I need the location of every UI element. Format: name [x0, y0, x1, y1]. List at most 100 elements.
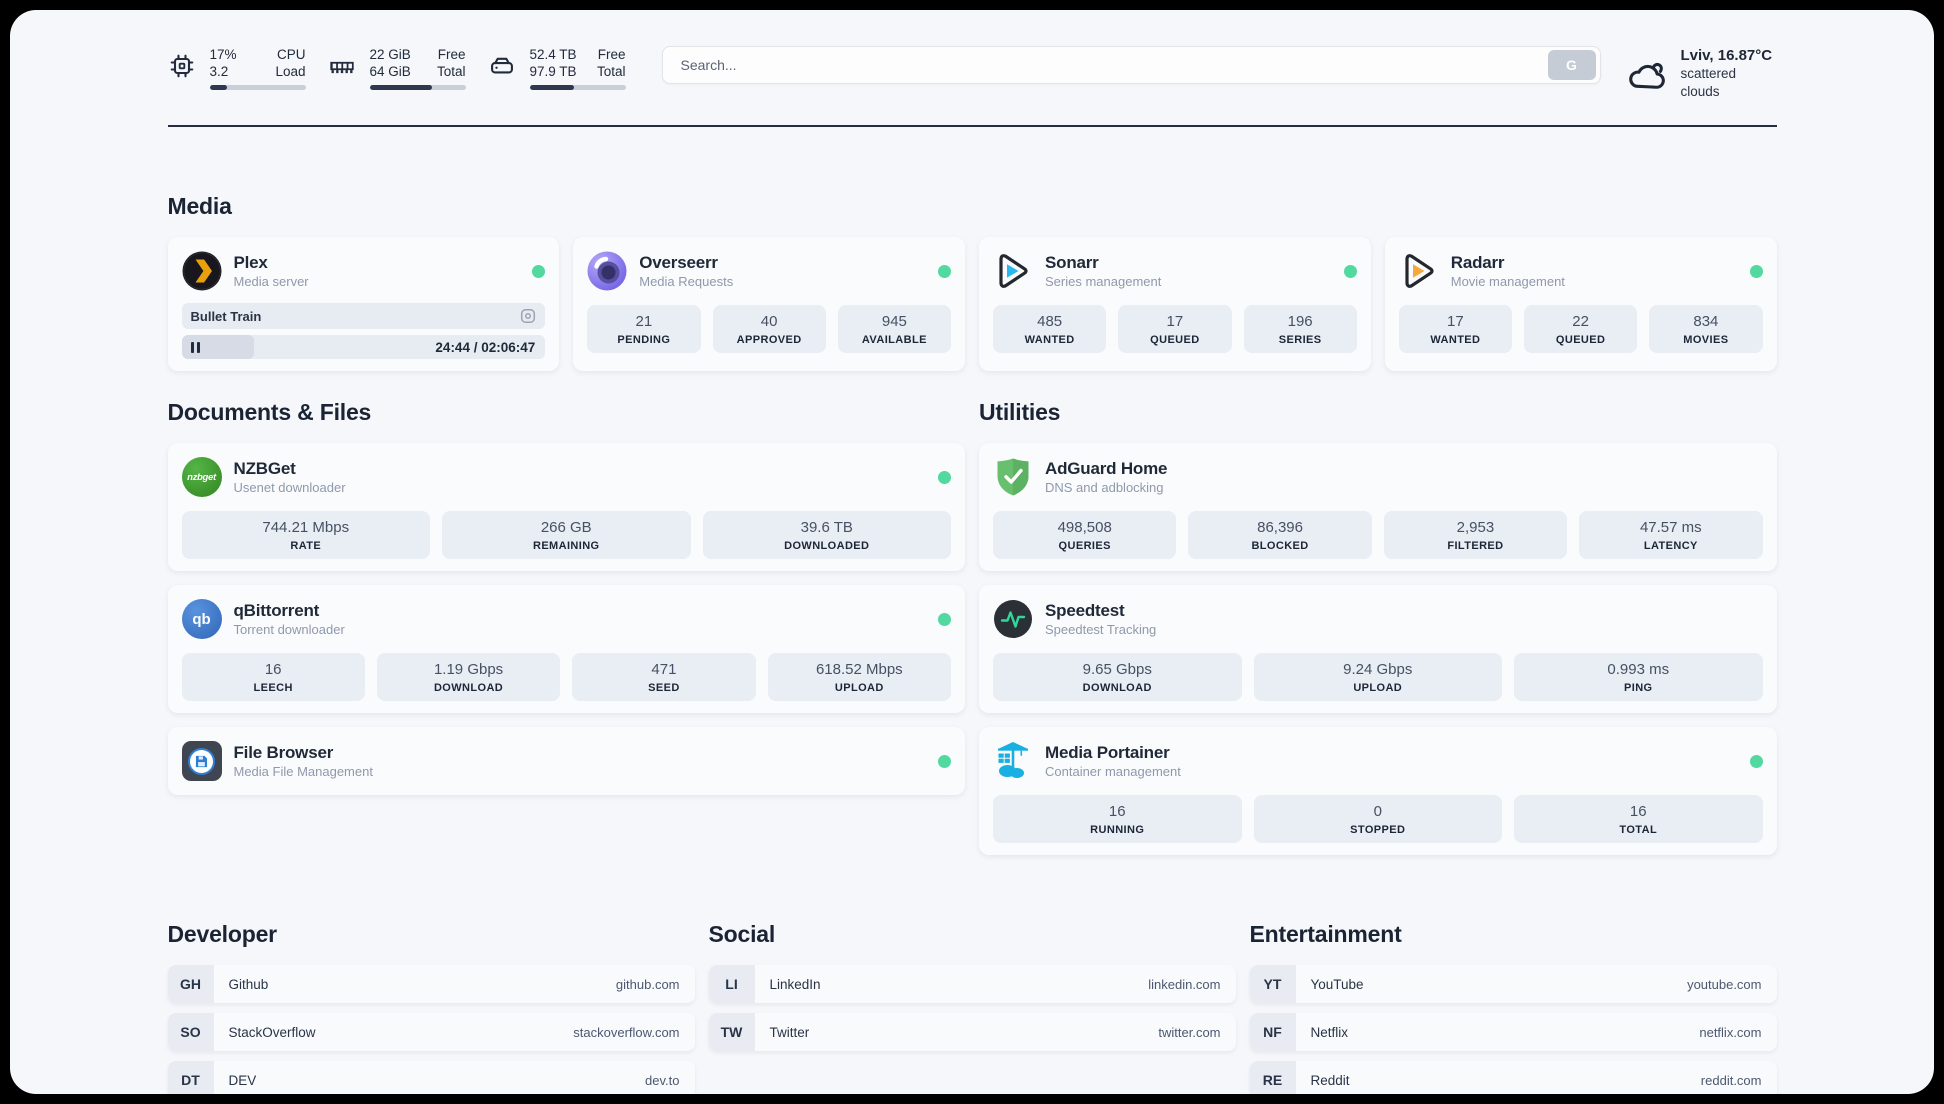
- status-dot-online: [938, 470, 951, 484]
- bookmark-abbr: DT: [167, 1061, 214, 1094]
- cpu-label-1: CPU: [276, 47, 306, 62]
- weather-condition: scattered clouds: [1680, 66, 1737, 99]
- service-name: Overseerr: [639, 253, 718, 272]
- stat-value: 471: [651, 661, 677, 678]
- service-description: Movie management: [1450, 274, 1565, 289]
- section-title-developer: Developer: [167, 921, 278, 947]
- stat-value: 86,396: [1257, 519, 1303, 536]
- bookmark-abbr: SO: [167, 1013, 214, 1051]
- stat-label: QUEUED: [1555, 334, 1606, 346]
- cpu-chip-icon: [170, 54, 193, 78]
- cloud-icon: [1628, 62, 1665, 89]
- memory-label-2: Total: [436, 64, 466, 79]
- stat-box: 9.24 Gbps UPLOAD: [1253, 653, 1502, 701]
- stat-label: BLOCKED: [1251, 540, 1309, 552]
- stat-box: 266 GB REMAINING: [442, 511, 691, 559]
- memory-monitor: 22 GiB Free 64 GiB Total: [328, 46, 466, 90]
- memory-progress-fill: [369, 85, 432, 90]
- service-card-overseerr[interactable]: Overseerr Media Requests 21 PENDING 40 A…: [573, 237, 965, 371]
- stat-box: 16 LEECH: [181, 653, 365, 701]
- service-card-portainer[interactable]: Media Portainer Container management 16 …: [979, 727, 1777, 855]
- stat-label: LATENCY: [1643, 540, 1698, 552]
- service-card-sonarr[interactable]: Sonarr Series management 485 WANTED 17 Q…: [979, 237, 1371, 371]
- service-card-qbittorrent[interactable]: qb qBittorrent Torrent downloader 16 LEE…: [167, 585, 965, 713]
- bookmark-reddit[interactable]: RE Reddit reddit.com: [1249, 1061, 1777, 1094]
- bookmark-github[interactable]: GH Github github.com: [167, 965, 695, 1003]
- stat-box: 0 STOPPED: [1253, 795, 1502, 843]
- stat-label: SERIES: [1278, 334, 1322, 346]
- stat-label: UPLOAD: [1353, 682, 1403, 694]
- bookmark-abbr: YT: [1249, 965, 1296, 1003]
- stat-box: 744.21 Mbps RATE: [181, 511, 430, 559]
- service-description: Usenet downloader: [233, 480, 346, 495]
- stat-box: 471 SEED: [572, 653, 756, 701]
- stat-value: 16: [1629, 803, 1647, 820]
- service-description: Torrent downloader: [233, 622, 345, 637]
- playback-progress: 24:44 / 02:06:47: [181, 335, 546, 359]
- section-title-media: Media: [167, 193, 232, 219]
- pause-icon: [190, 341, 194, 353]
- service-card-plex[interactable]: Plex Media server Bullet Train 24:44 / 0…: [167, 237, 560, 371]
- stat-value: 17: [1447, 313, 1464, 330]
- disk-progress-fill: [529, 85, 574, 90]
- stat-value: 17: [1166, 313, 1184, 330]
- stat-value: 39.6 TB: [800, 519, 853, 536]
- bookmark-stackoverflow[interactable]: SO StackOverflow stackoverflow.com: [167, 1013, 695, 1051]
- stat-label: LEECH: [253, 682, 293, 694]
- stat-box: 498,508 QUERIES: [993, 511, 1177, 559]
- nzbget-icon: nzbget: [181, 457, 222, 497]
- stat-box: 945 AVAILABLE: [837, 305, 951, 353]
- portainer-icon: [998, 742, 1028, 778]
- bookmark-name: Reddit: [1310, 1072, 1350, 1088]
- service-card-speedtest[interactable]: Speedtest Speedtest Tracking 9.65 Gbps D…: [979, 585, 1777, 713]
- section-title-entertainment: Entertainment: [1249, 921, 1402, 947]
- sonarr-icon: [999, 254, 1028, 288]
- stat-label: DOWNLOAD: [433, 682, 504, 694]
- speedtest-icon: [994, 600, 1032, 638]
- stat-box: 39.6 TB DOWNLOADED: [702, 511, 951, 559]
- section-title-social: Social: [708, 921, 776, 947]
- bookmark-linkedin[interactable]: LI LinkedIn linkedin.com: [708, 965, 1236, 1003]
- service-card-radarr[interactable]: Radarr Movie management 17 WANTED 22 QUE…: [1384, 237, 1777, 371]
- bookmark-name: Github: [228, 976, 269, 992]
- stat-label: STOPPED: [1350, 824, 1406, 836]
- stat-label: RATE: [290, 540, 322, 552]
- service-card-adguard[interactable]: AdGuard Home DNS and adblocking 498,508 …: [979, 443, 1777, 571]
- stat-value: 9.65 Gbps: [1082, 661, 1152, 678]
- stat-value: 196: [1287, 313, 1313, 330]
- search-input[interactable]: [662, 57, 1548, 73]
- cpu-load-value: 3.2: [209, 64, 229, 79]
- bookmark-twitter[interactable]: TW Twitter twitter.com: [708, 1013, 1236, 1051]
- stat-value: 0: [1373, 803, 1382, 820]
- stat-label: AVAILABLE: [861, 334, 927, 346]
- service-card-filebrowser[interactable]: File Browser Media File Management: [167, 727, 965, 795]
- bookmark-url: github.com: [615, 976, 680, 992]
- weather-location-temp: Lviv, 16.87°C: [1680, 47, 1773, 64]
- status-dot-online: [1343, 264, 1357, 278]
- cpu-label-2: Load: [275, 64, 306, 79]
- bookmark-youtube[interactable]: YT YouTube youtube.com: [1249, 965, 1777, 1003]
- service-card-nzbget[interactable]: nzbget NZBGet Usenet downloader 744.21 M…: [167, 443, 965, 571]
- bookmark-url: dev.to: [645, 1072, 680, 1088]
- bookmark-netflix[interactable]: NF Netflix netflix.com: [1249, 1013, 1777, 1051]
- playback-time: 24:44 / 02:06:47: [435, 339, 536, 355]
- service-name: Media Portainer: [1045, 743, 1170, 762]
- memory-total-value: 64 GiB: [369, 64, 411, 79]
- bookmark-dev[interactable]: DT DEV dev.to: [167, 1061, 695, 1094]
- stat-value: 834: [1693, 313, 1719, 330]
- service-description: Container management: [1045, 764, 1181, 779]
- stat-label: UPLOAD: [834, 682, 884, 694]
- disk-icon: [490, 57, 513, 74]
- stat-value: 485: [1037, 313, 1063, 330]
- stat-box: 17 QUEUED: [1118, 305, 1232, 353]
- stat-label: SEED: [648, 682, 680, 694]
- disk-label-2: Total: [596, 64, 626, 79]
- google-search-button[interactable]: G: [1547, 50, 1596, 80]
- playback-progress-fill: [181, 335, 255, 359]
- bookmark-abbr: RE: [1249, 1061, 1296, 1094]
- bookmark-url: twitter.com: [1158, 1024, 1221, 1040]
- disk-label-1: Free: [597, 47, 626, 62]
- service-name: Plex: [233, 253, 268, 272]
- disk-total-value: 97.9 TB: [529, 64, 577, 79]
- bookmark-name: StackOverflow: [228, 1024, 316, 1040]
